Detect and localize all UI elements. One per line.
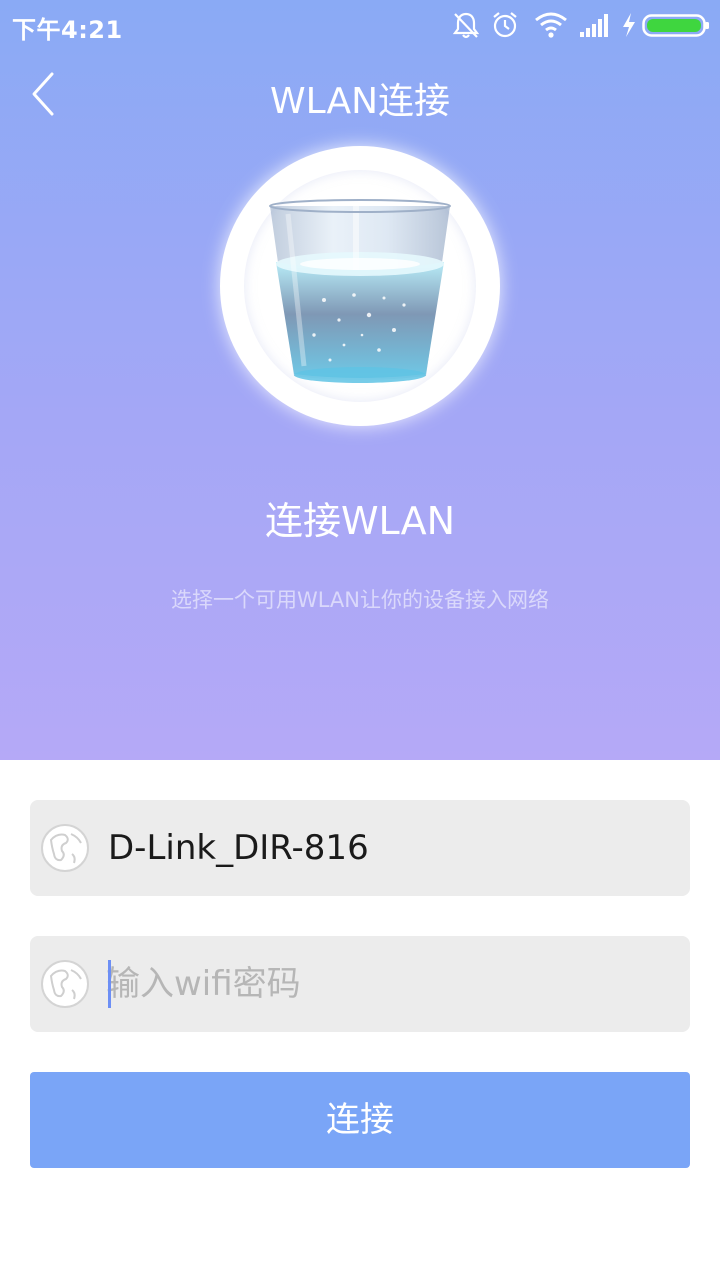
glass-inner-ring [244, 170, 476, 402]
hero-title: 连接WLAN [264, 499, 456, 543]
wifi-name-field[interactable]: D-Link_DIR-816 [30, 800, 690, 896]
charging-icon [620, 10, 638, 44]
chevron-left-icon [20, 72, 60, 126]
wifi-password-field[interactable] [30, 936, 690, 1032]
alarm-icon [490, 10, 520, 44]
app-header: WLAN连接 [0, 60, 720, 132]
glass-illustration [220, 146, 500, 426]
password-input[interactable] [106, 956, 666, 1012]
wifi-name-value: D-Link_DIR-816 [108, 828, 369, 868]
page-title: WLAN连接 [269, 81, 451, 122]
signal-icon [578, 10, 612, 44]
status-bar: 下午4:21 [0, 0, 720, 50]
hero-subtitle: 选择一个可用WLAN让你的设备接入网络 [170, 588, 550, 612]
mute-bell-icon [452, 10, 480, 44]
connect-button[interactable]: 连接 [30, 1072, 690, 1168]
battery-icon [642, 10, 710, 44]
back-button[interactable] [20, 66, 72, 126]
globe-icon [40, 823, 90, 873]
glass-of-water-image [269, 199, 451, 383]
text-cursor [108, 960, 111, 1008]
wifi-icon [534, 10, 568, 44]
status-time: 下午4:21 [12, 16, 123, 44]
globe-icon [40, 959, 90, 1009]
